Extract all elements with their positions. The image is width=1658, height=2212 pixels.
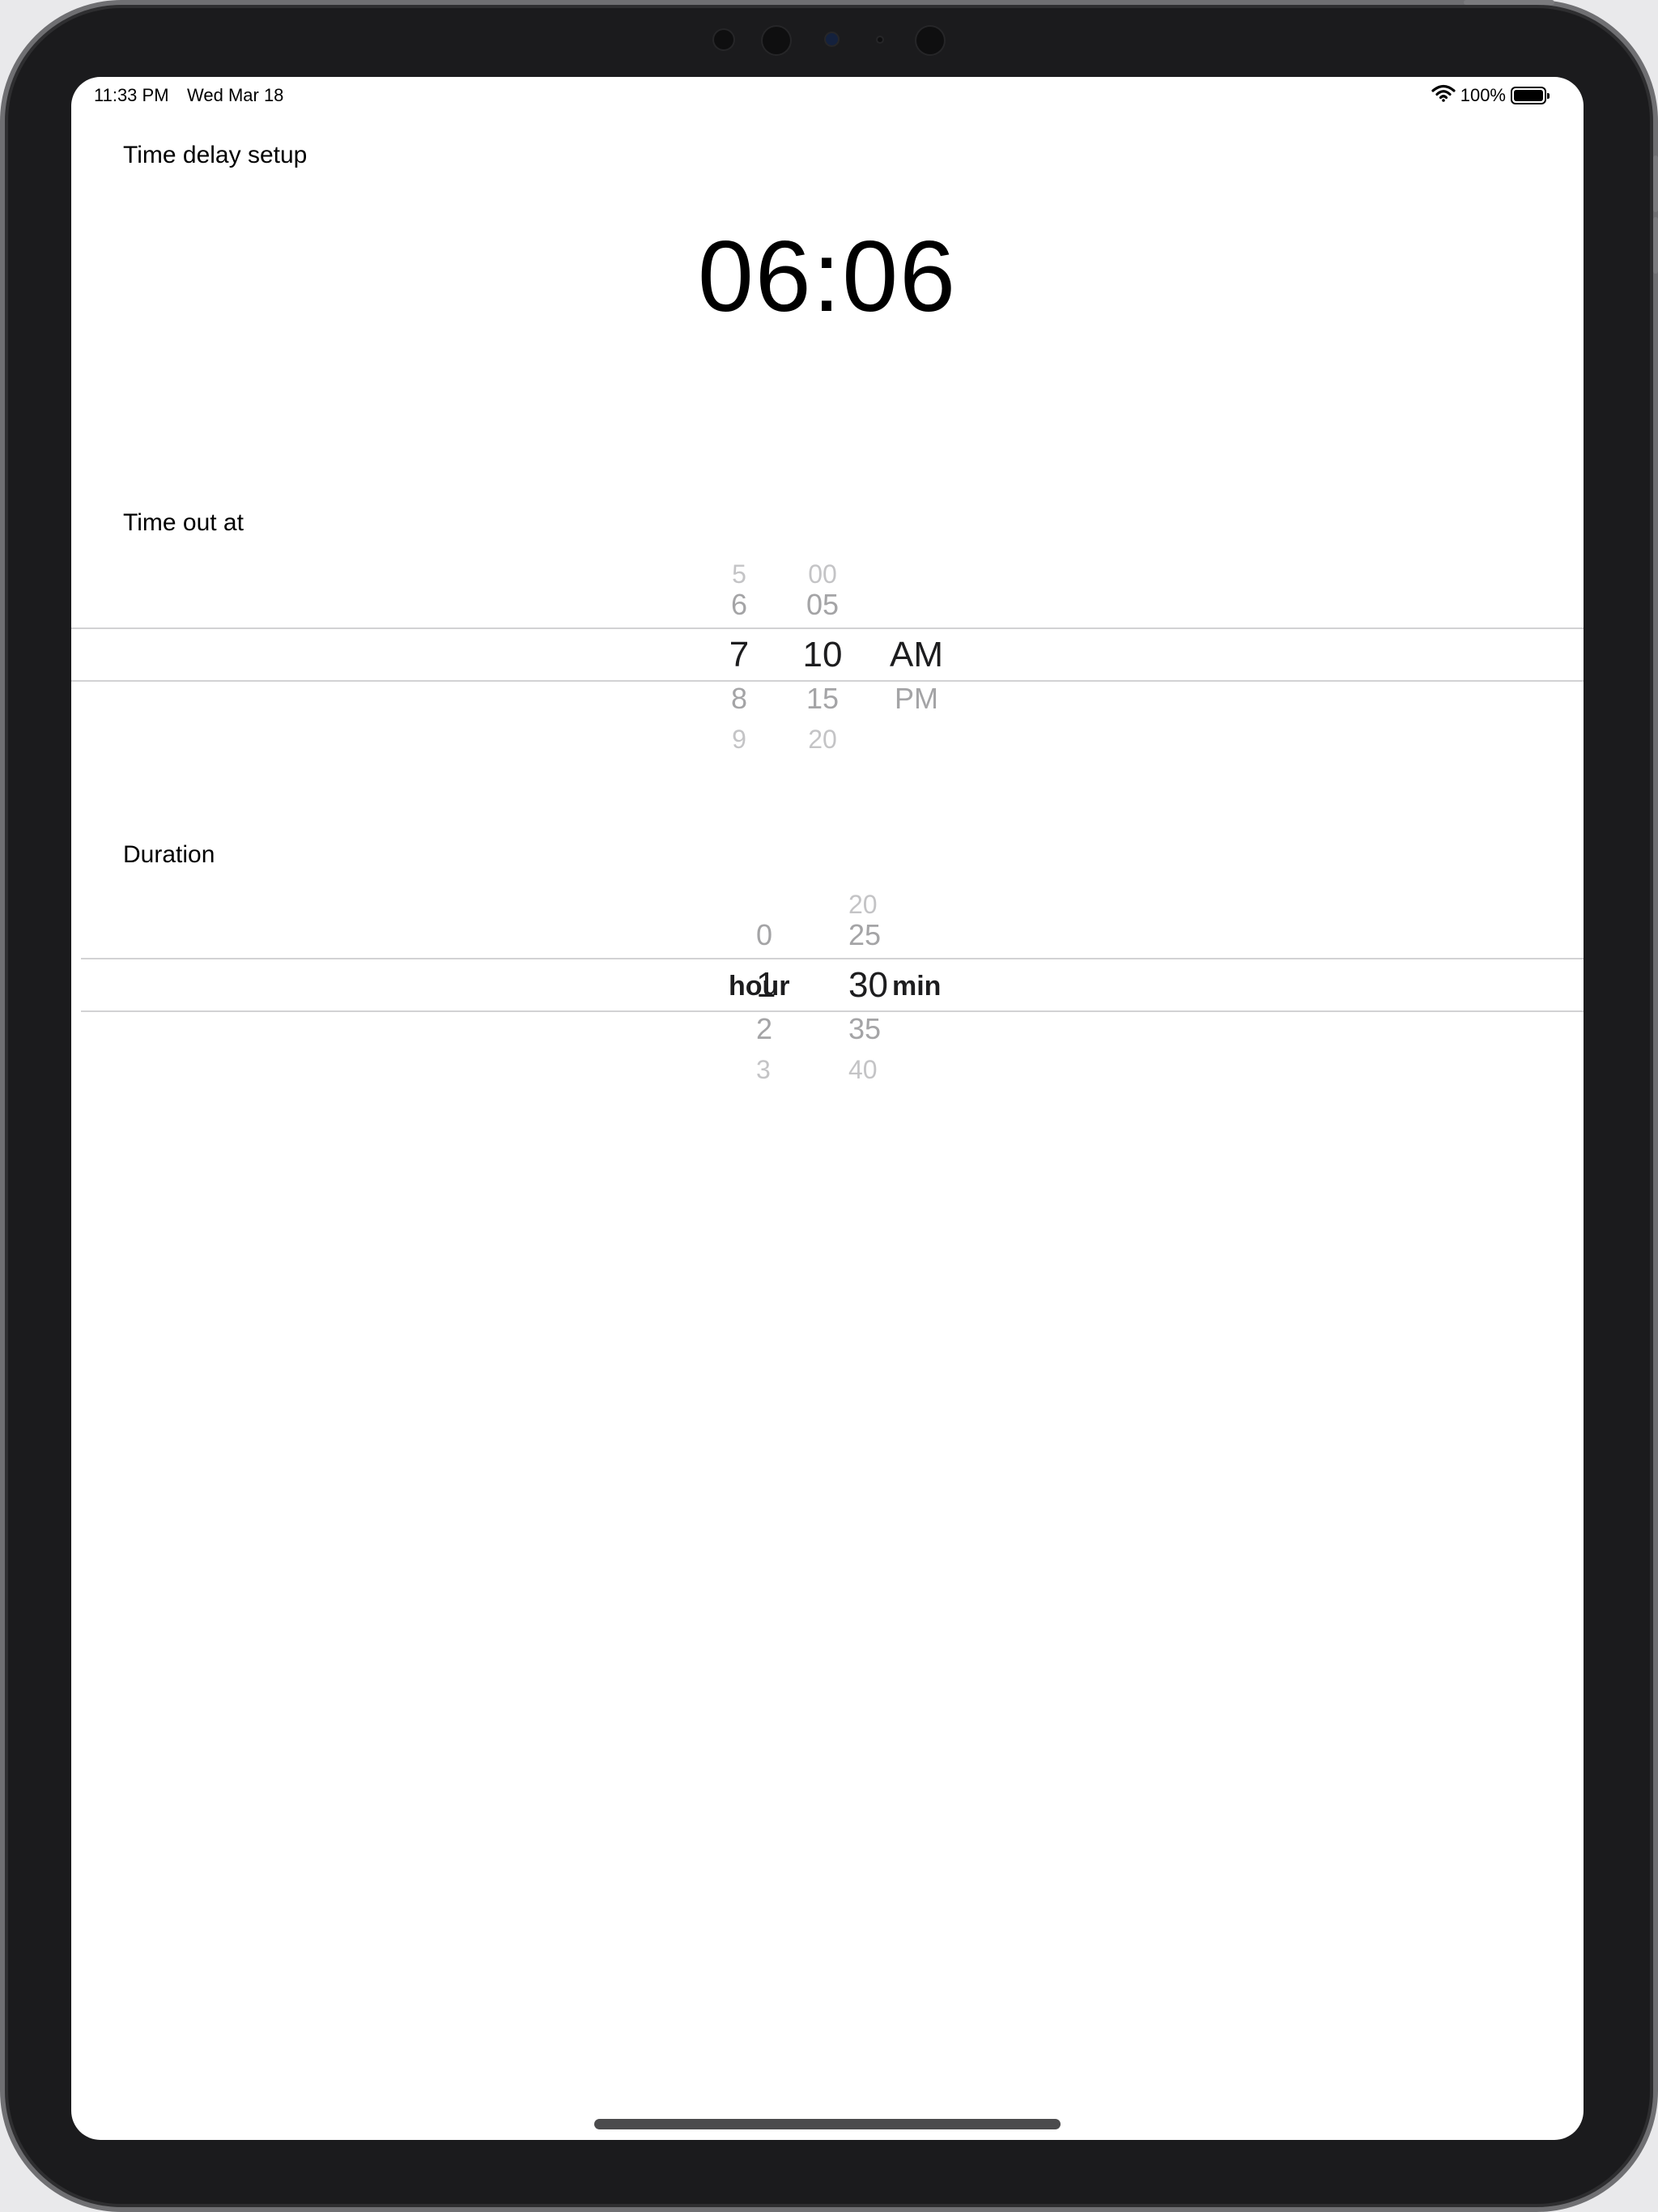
timeout-minute-column[interactable]: 00 05 10 15 20 [774, 561, 871, 752]
battery-cap [1547, 93, 1550, 99]
sensor-dot [916, 27, 944, 54]
picker-row[interactable]: 05 [774, 590, 871, 619]
picker-row[interactable]: 5 [703, 561, 776, 587]
picker-row[interactable]: 8 [703, 684, 776, 713]
duration-label: Duration [123, 841, 215, 868]
picker-row[interactable]: 25 [832, 921, 929, 950]
page-title: Time delay setup [123, 142, 308, 168]
picker-row[interactable]: 35 [832, 1015, 929, 1044]
sensor-dot [878, 37, 882, 42]
camera-lens [826, 33, 838, 45]
timeout-label: Time out at [123, 509, 244, 536]
timeout-period-column[interactable]: AM PM [868, 572, 965, 734]
status-bar: 11:33 PM Wed Mar 18 100% [71, 77, 1584, 113]
status-right: 100% [1431, 84, 1550, 107]
duration-minute-unit: min [892, 971, 942, 1002]
duration-picker[interactable]: 0 1 2 3 hour 20 25 30 35 40 min [71, 891, 1584, 1083]
picker-row[interactable]: 0 [740, 921, 821, 950]
timeout-hour-column[interactable]: 5 6 7 8 9 [703, 561, 776, 752]
picker-row-selected[interactable]: AM [868, 637, 965, 673]
app-screen: 11:33 PM Wed Mar 18 100% Time delay setu… [71, 77, 1584, 2140]
duration-hour-unit: hour [729, 971, 790, 1002]
status-date: Wed Mar 18 [187, 85, 284, 105]
wifi-icon [1431, 84, 1456, 107]
timeout-time-picker[interactable]: 5 6 7 8 9 00 05 10 15 20 AM PM [71, 561, 1584, 752]
countdown-clock: 06:06 [697, 221, 958, 333]
picker-row[interactable]: 2 [740, 1015, 821, 1044]
battery-percent: 100% [1460, 85, 1506, 105]
picker-row-selected[interactable]: 7 [703, 637, 776, 673]
picker-row[interactable]: 15 [774, 684, 871, 713]
picker-row[interactable]: 20 [832, 891, 929, 917]
picker-row[interactable]: 6 [703, 590, 776, 619]
battery-fill [1514, 90, 1543, 101]
picker-row-selected[interactable]: 10 [774, 637, 871, 673]
picker-row[interactable]: 9 [703, 726, 776, 752]
picker-row[interactable]: 3 [740, 1057, 821, 1083]
picker-row[interactable]: 20 [774, 726, 871, 752]
picker-row[interactable]: 00 [774, 561, 871, 587]
volume-up-button [1653, 155, 1658, 212]
home-indicator[interactable] [594, 2119, 1061, 2129]
picker-row[interactable]: PM [868, 684, 965, 713]
top-button [1464, 0, 1554, 5]
picker-row[interactable]: 40 [832, 1057, 929, 1083]
sensor-dot [763, 27, 790, 54]
battery-icon [1511, 87, 1550, 104]
sensor-dot [714, 30, 733, 49]
volume-down-button [1653, 217, 1658, 274]
status-time: 11:33 PM [94, 85, 169, 105]
camera-bar [704, 23, 955, 55]
